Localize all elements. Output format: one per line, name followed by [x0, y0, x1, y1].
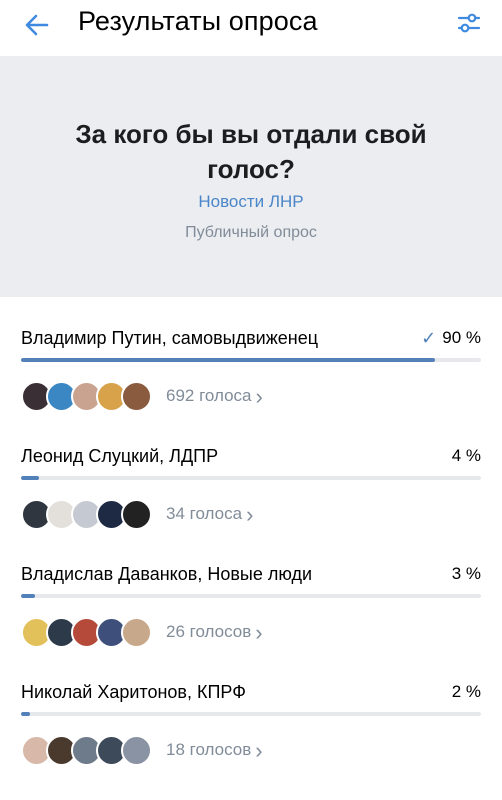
poll-option: Владимир Путин, самовыдвиженец ✓ 90 % 692 г…	[0, 297, 502, 415]
vote-count-text: 18 голосов	[166, 740, 252, 759]
vote-count-text: 26 голосов	[166, 622, 252, 641]
progress-bar-fill	[21, 358, 435, 362]
voter-avatar	[121, 380, 152, 412]
chevron-right-icon: ›	[255, 737, 263, 763]
option-label: Николай Харитонов, КПРФ	[21, 682, 246, 702]
sliders-icon	[457, 13, 481, 33]
poll-option: Владислав Даванков, Новые люди 3 % 26 голо…	[0, 533, 502, 651]
voter-avatar	[121, 734, 152, 766]
progress-bar-fill	[21, 594, 35, 598]
option-percent-value: 4 %	[451, 446, 481, 465]
option-label: Владимир Путин, самовыдвиженец	[21, 328, 319, 348]
group-link[interactable]: Новости ЛНР	[0, 192, 502, 212]
poll-type: Публичный опрос	[185, 224, 317, 241]
voters-link[interactable]: 692 голоса ›	[21, 380, 263, 412]
poll-option: Николай Харитонов, КПРФ 2 % 18 голосов ›	[0, 651, 502, 769]
option-percent: 3 %	[452, 563, 481, 585]
vote-count: 18 голосов ›	[166, 737, 263, 763]
option-percent: 4 %	[452, 445, 481, 467]
poll-header: За кого бы вы отдали свой голос? Новости…	[0, 56, 502, 297]
top-bar: Результаты опроса	[0, 0, 502, 56]
filter-button[interactable]	[454, 8, 484, 38]
page-title: Результаты опроса	[78, 6, 318, 36]
vote-count-text: 34 голоса	[166, 504, 243, 523]
progress-bar	[21, 476, 481, 480]
vote-count: 692 голоса ›	[166, 383, 263, 409]
progress-bar-fill	[21, 712, 31, 716]
progress-bar-fill	[21, 476, 40, 480]
vote-count: 34 голоса ›	[166, 501, 254, 527]
option-percent: ✓ 90 %	[421, 327, 481, 349]
arrow-left-icon	[25, 14, 49, 36]
option-percent-value: 2 %	[451, 682, 481, 701]
checkmark-icon: ✓	[421, 328, 437, 348]
option-percent-value: 90 %	[442, 328, 481, 347]
option-label: Леонид Слуцкий, ЛДПР	[21, 446, 219, 466]
voter-avatar	[121, 616, 152, 648]
voter-avatar	[121, 498, 152, 530]
vote-count: 26 голосов ›	[166, 619, 263, 645]
chevron-right-icon: ›	[246, 501, 254, 527]
poll-question: За кого бы вы отдали свой голос?	[75, 119, 427, 184]
voters-link[interactable]: 18 голосов ›	[21, 734, 263, 766]
voters-link[interactable]: 34 голоса ›	[21, 498, 254, 530]
poll-option: Леонид Слуцкий, ЛДПР 4 % 34 голоса ›	[0, 415, 502, 533]
progress-bar	[21, 358, 481, 362]
vote-count-text: 692 голоса	[166, 386, 252, 405]
chevron-right-icon: ›	[255, 619, 263, 645]
option-percent: 2 %	[452, 681, 481, 703]
option-label: Владислав Даванков, Новые люди	[21, 564, 313, 584]
progress-bar	[21, 594, 481, 598]
voters-link[interactable]: 26 голосов ›	[21, 616, 263, 648]
progress-bar	[21, 712, 481, 716]
chevron-right-icon: ›	[255, 383, 263, 409]
option-percent-value: 3 %	[451, 564, 481, 583]
back-button[interactable]	[20, 8, 54, 42]
